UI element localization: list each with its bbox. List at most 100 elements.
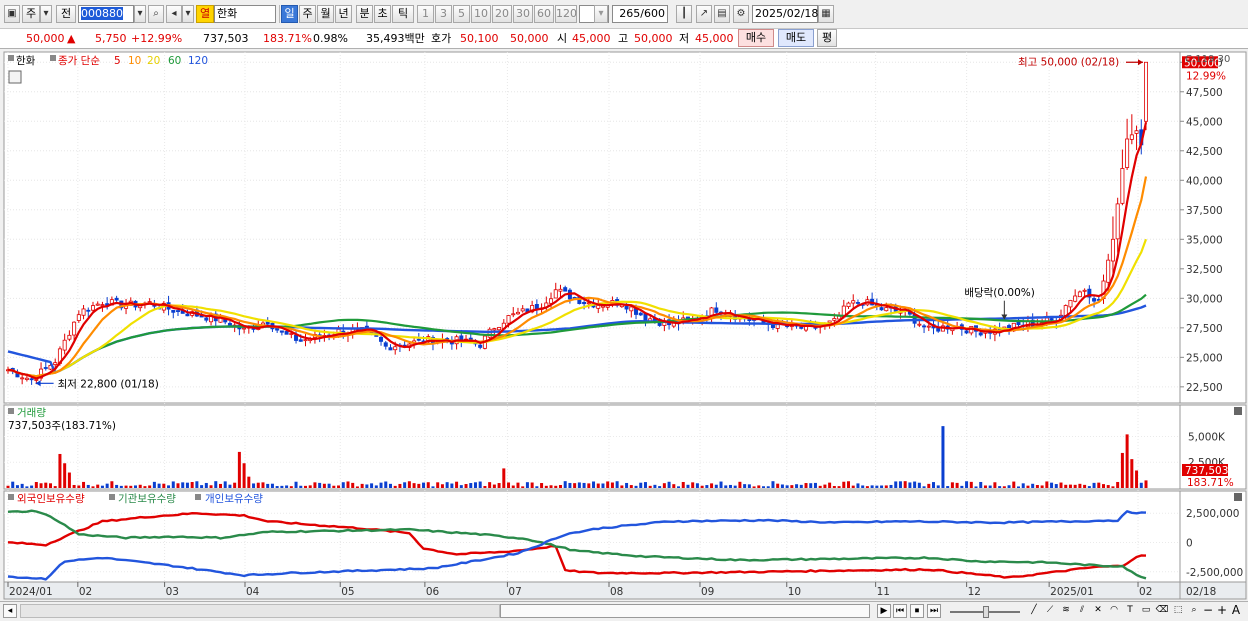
candle-body bbox=[1115, 203, 1120, 240]
volume-bar bbox=[384, 481, 388, 488]
fast-forward-icon[interactable]: ⏭ bbox=[927, 604, 941, 618]
period-week-button[interactable]: 주 bbox=[299, 5, 316, 23]
code-dropdown-icon[interactable]: ▾ bbox=[134, 5, 146, 23]
stop-icon[interactable]: ⏹ bbox=[910, 604, 924, 618]
interval-5-button[interactable]: 5 bbox=[453, 5, 470, 23]
high-annotation: 최고 50,000 (02/18) bbox=[1018, 56, 1119, 68]
period-tick-button[interactable]: 틱 bbox=[392, 5, 414, 23]
rewind-icon[interactable]: ⏮ bbox=[893, 604, 907, 618]
interval-dropdown-icon[interactable]: ▾ bbox=[594, 5, 608, 23]
volume-bar bbox=[133, 485, 137, 488]
zoom-out-icon[interactable]: − bbox=[1201, 604, 1215, 618]
candle-body bbox=[1092, 298, 1097, 302]
draw-erase-icon[interactable]: ⌫ bbox=[1155, 604, 1169, 618]
interval-30-button[interactable]: 30 bbox=[513, 5, 533, 23]
period-minute-button[interactable]: 분 bbox=[356, 5, 373, 23]
interval-60-button[interactable]: 60 bbox=[534, 5, 554, 23]
magnifier-icon[interactable]: ⌕ bbox=[1187, 604, 1201, 618]
volume-bar bbox=[743, 484, 747, 488]
indicator-icon[interactable]: ↗ bbox=[696, 5, 712, 23]
interval-3-button[interactable]: 3 bbox=[435, 5, 452, 23]
zoom-slider-handle[interactable] bbox=[983, 606, 989, 618]
volume-bar bbox=[185, 482, 189, 488]
draw-fibo-icon[interactable]: ≋ bbox=[1059, 604, 1073, 618]
volume-ratio: 183.71% bbox=[263, 32, 312, 45]
volume-bar bbox=[1050, 482, 1054, 488]
volume-bar bbox=[851, 485, 855, 488]
draw-arc-icon[interactable]: ◠ bbox=[1107, 604, 1121, 618]
stock-name-field[interactable]: 한화 bbox=[214, 5, 276, 23]
draw-cross-icon[interactable]: ✕ bbox=[1091, 604, 1105, 618]
price-change: 5,750 bbox=[95, 32, 127, 45]
holdings-panel-close-icon[interactable] bbox=[1234, 493, 1242, 501]
calendar-icon[interactable]: ▦ bbox=[818, 5, 834, 23]
period-month-button[interactable]: 월 bbox=[317, 5, 334, 23]
sell-button[interactable]: 매도 bbox=[778, 29, 814, 47]
month-label: 08 bbox=[610, 586, 623, 598]
volume-bar bbox=[143, 486, 147, 488]
evaluation-button[interactable]: 평 bbox=[817, 29, 837, 47]
price-tick-label: 45,000 bbox=[1186, 116, 1223, 128]
volume-value: 737,503 bbox=[203, 32, 249, 45]
price-basis-button[interactable]: 전 bbox=[56, 5, 76, 23]
chart-svg[interactable]: 50,00047,50045,00042,50040,00037,50035,0… bbox=[0, 50, 1248, 601]
draw-box-icon[interactable]: ▭ bbox=[1139, 604, 1153, 618]
volume-bar bbox=[620, 485, 624, 488]
interval-1-button[interactable]: 1 bbox=[417, 5, 434, 23]
play-icon[interactable]: ▶ bbox=[877, 604, 891, 618]
candle-type-icon[interactable]: ┃ bbox=[676, 5, 692, 23]
interval-20-button[interactable]: 20 bbox=[492, 5, 512, 23]
draw-channel-icon[interactable]: ⫽ bbox=[1075, 604, 1089, 618]
buy-button[interactable]: 매수 bbox=[738, 29, 774, 47]
volume-value-tag: 737,503 bbox=[1185, 465, 1228, 477]
candle-body bbox=[416, 338, 421, 341]
col-button[interactable]: 열 bbox=[196, 5, 214, 23]
candle-body bbox=[553, 289, 558, 299]
zoom-in-icon[interactable]: + bbox=[1215, 604, 1229, 618]
draw-text-icon[interactable]: T bbox=[1123, 604, 1137, 618]
period-year-button[interactable]: 년 bbox=[335, 5, 352, 23]
volume-bar bbox=[1087, 486, 1091, 488]
scroll-left-icon[interactable]: ◂ bbox=[3, 604, 17, 618]
chevron-down-icon[interactable]: ▾ bbox=[40, 5, 52, 23]
period-second-button[interactable]: 초 bbox=[374, 5, 391, 23]
candle-body bbox=[185, 313, 190, 317]
speaker-icon[interactable]: ◂ bbox=[166, 5, 182, 23]
candle-body bbox=[265, 321, 270, 325]
candle-body bbox=[799, 326, 804, 329]
scroll-track[interactable] bbox=[20, 604, 500, 618]
volume-bar bbox=[48, 483, 52, 488]
auto-scale-icon[interactable]: A bbox=[1229, 604, 1243, 618]
period-day-button[interactable]: 일 bbox=[281, 5, 298, 23]
table-toggle-icon[interactable] bbox=[8, 70, 22, 84]
volume-bar bbox=[766, 486, 770, 488]
volume-bar bbox=[1045, 481, 1049, 488]
stock-code-field[interactable]: 000880 bbox=[78, 5, 134, 23]
layout-icon[interactable]: ▣ bbox=[4, 5, 20, 23]
candle-body bbox=[383, 342, 388, 347]
search-icon[interactable]: ⌕ bbox=[148, 5, 164, 23]
volume-bar bbox=[115, 484, 119, 488]
volume-bar bbox=[658, 486, 662, 488]
volume-bar bbox=[327, 483, 331, 488]
draw-trend-icon[interactable]: ⟋ bbox=[1043, 604, 1057, 618]
volume-bar bbox=[1064, 484, 1068, 488]
draw-select-icon[interactable]: ⬚ bbox=[1171, 604, 1185, 618]
volume-bar bbox=[228, 484, 232, 488]
interval-10-button[interactable]: 10 bbox=[471, 5, 491, 23]
volume-bar bbox=[629, 485, 633, 488]
scroll-thumb[interactable] bbox=[500, 604, 870, 618]
settings-gear-icon[interactable]: ⚙ bbox=[733, 5, 749, 23]
volume-bar bbox=[625, 482, 629, 488]
data-count-field[interactable]: 265/600 bbox=[612, 5, 668, 23]
month-label: 2024/01 bbox=[9, 586, 53, 598]
draw-line-icon[interactable]: ╱ bbox=[1027, 604, 1041, 618]
interval-120-button[interactable]: 120 bbox=[555, 5, 577, 23]
volume-bar bbox=[1102, 484, 1106, 488]
period-type-select[interactable]: 주 bbox=[22, 5, 40, 23]
save-icon[interactable]: ▤ bbox=[714, 5, 730, 23]
speaker-dropdown-icon[interactable]: ▾ bbox=[182, 5, 194, 23]
date-field[interactable]: 2025/02/18 bbox=[752, 5, 818, 23]
open-label: 시 bbox=[557, 32, 568, 45]
volume-panel-close-icon[interactable] bbox=[1234, 407, 1242, 415]
